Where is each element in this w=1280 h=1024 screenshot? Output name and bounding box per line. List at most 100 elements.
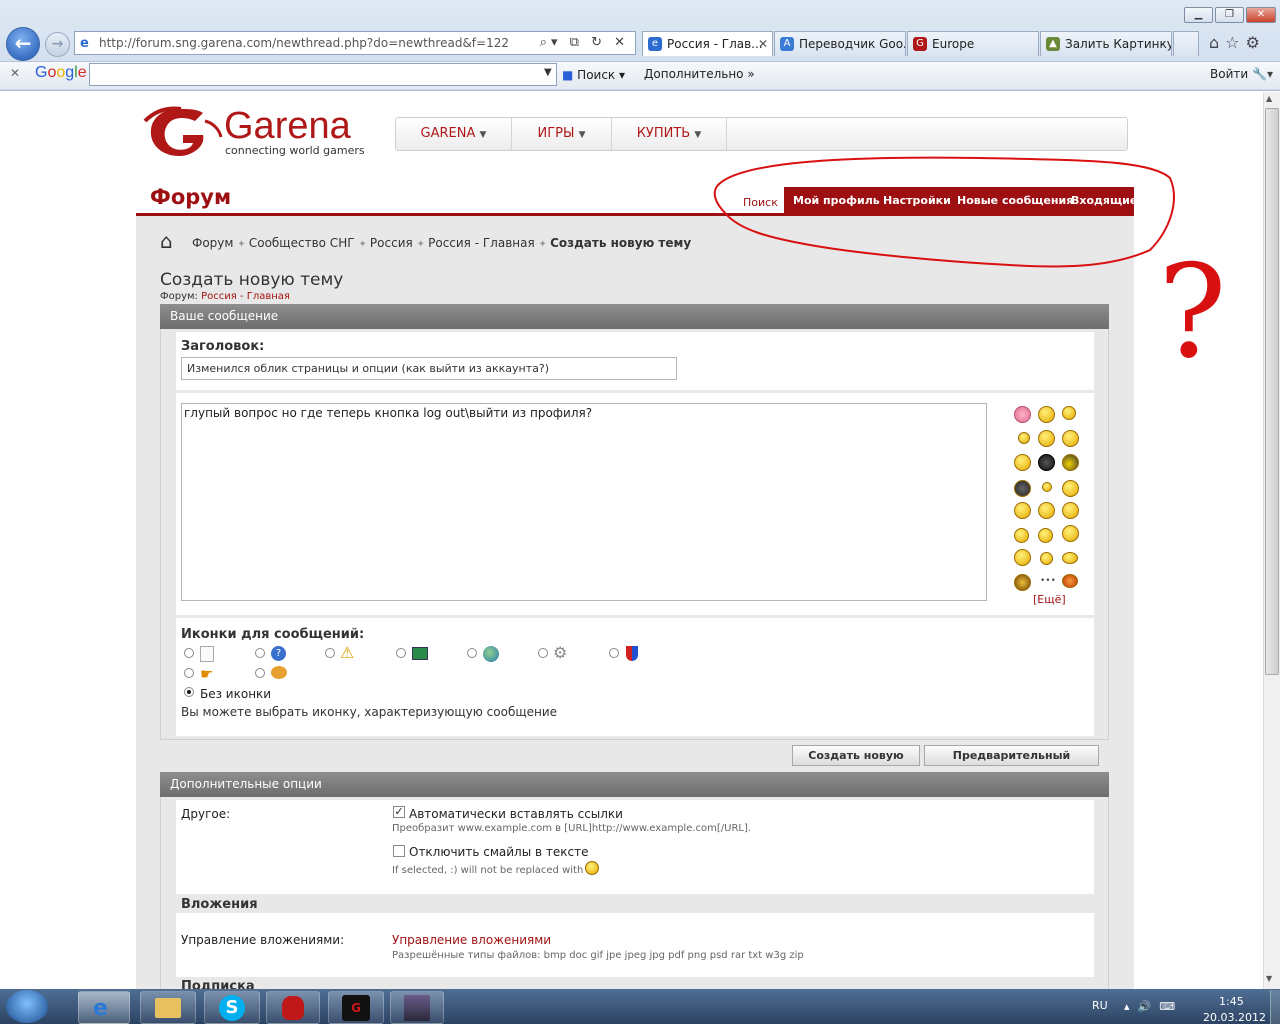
smiley-icon[interactable]	[1014, 574, 1031, 591]
vertical-scrollbar[interactable]: ▲ ▼	[1263, 92, 1280, 989]
tab-translator[interactable]: A Переводчик Goo...	[774, 31, 906, 56]
smiley-icon[interactable]	[1042, 482, 1052, 492]
back-button[interactable]: ←	[6, 27, 40, 61]
smiley-icon[interactable]	[1038, 454, 1055, 471]
smiley-icon[interactable]	[1018, 432, 1030, 444]
crumb-forum[interactable]: Форум	[192, 236, 233, 250]
manage-attachments-link[interactable]: Управление вложениями	[392, 933, 551, 947]
disable-smilies-checkbox[interactable]	[393, 845, 405, 857]
forum-location: Форум: Россия - Главная	[160, 291, 290, 302]
crumb-community[interactable]: Сообщество СНГ	[249, 236, 355, 250]
google-search-button[interactable]: ■ Поиск ▾	[562, 65, 625, 85]
smiley-icon[interactable]	[1062, 502, 1079, 519]
smiley-icon[interactable]	[1038, 406, 1055, 423]
forum-location-link[interactable]: Россия - Главная	[201, 291, 290, 302]
icon-radio[interactable]	[184, 648, 194, 658]
nav-games[interactable]: ИГРЫ ▼	[512, 118, 612, 150]
nav-buy[interactable]: КУПИТЬ ▼	[612, 118, 727, 150]
taskbar-app-button[interactable]	[266, 991, 320, 1024]
image-tab-icon: ▲	[1046, 37, 1060, 51]
chevron-down-icon[interactable]: ▼	[544, 67, 552, 78]
tray-icons[interactable]: ▴🔊⌨	[1124, 1000, 1183, 1013]
home-favorites-tools-icon[interactable]: ⌂☆⚙	[1209, 33, 1266, 52]
smiley-icon[interactable]	[1014, 549, 1031, 566]
address-bar[interactable]: e http://forum.sng.garena.com/newthread.…	[74, 31, 636, 55]
more-smilies-link[interactable]: [Ещё]	[1033, 593, 1066, 606]
smiley-icon[interactable]	[1014, 454, 1031, 471]
smiley-icon[interactable]	[1062, 574, 1078, 588]
tab-label: Россия - Глав...	[667, 37, 763, 51]
smiley-icon[interactable]	[1014, 528, 1029, 543]
tab-russia[interactable]: e Россия - Глав... ✕	[642, 31, 773, 56]
no-icon-radio[interactable]	[184, 687, 194, 697]
taskbar-skype-button[interactable]: S	[204, 991, 260, 1024]
icon-radio[interactable]	[396, 648, 406, 658]
smiley-icon[interactable]	[1040, 552, 1053, 565]
signin-button[interactable]: Войти 🔧▾	[1210, 67, 1273, 81]
submit-new-thread-button[interactable]: Создать новую тему	[792, 745, 920, 781]
preview-button[interactable]: Предварительный просмотр	[924, 745, 1099, 781]
icon-radio[interactable]	[184, 668, 194, 678]
new-tab-button[interactable]	[1173, 31, 1199, 56]
taskbar-game-button[interactable]	[390, 991, 444, 1024]
skype-icon: S	[219, 995, 245, 1021]
icon-radio[interactable]	[255, 668, 265, 678]
auto-links-checkbox[interactable]: ✓	[393, 806, 405, 818]
forward-button[interactable]: →	[45, 32, 70, 57]
more-button[interactable]: Дополнительно »	[644, 67, 755, 81]
warning-icon: ⚠	[340, 643, 355, 662]
post-icons-hint: Вы можете выбрать иконку, характеризующу…	[181, 705, 558, 719]
smiley-icon[interactable]	[1038, 528, 1053, 543]
separator-icon: ✦	[358, 239, 370, 250]
subject-input[interactable]	[181, 357, 677, 380]
smiley-icon[interactable]	[1062, 454, 1079, 471]
start-button[interactable]	[6, 990, 48, 1023]
translate-icon: A	[780, 37, 794, 51]
show-desktop-button[interactable]	[1270, 990, 1280, 1024]
home-icon[interactable]: ⌂	[160, 230, 173, 252]
scroll-up-icon[interactable]: ▲	[1266, 94, 1272, 103]
smiley-icon[interactable]	[1038, 430, 1055, 447]
close-tab-icon[interactable]: ✕	[758, 32, 768, 56]
smiley-icon	[585, 861, 599, 875]
address-tools-icon[interactable]: ⌕▾ ⧉ ↻ ✕	[540, 32, 629, 54]
auto-links-hint: Преобразит www.example.com в [URL]http:/…	[392, 823, 752, 834]
language-indicator[interactable]: RU	[1092, 999, 1108, 1012]
auto-links-label: Автоматически вставлять ссылки	[409, 807, 623, 821]
smiley-icon[interactable]	[1062, 430, 1079, 447]
crumb-russia-main[interactable]: Россия - Главная	[428, 236, 535, 250]
tab-europe[interactable]: G Europe	[907, 31, 1039, 56]
smiley-icon[interactable]	[1014, 406, 1031, 423]
red-annotation-circle	[713, 156, 1175, 268]
message-body-textarea[interactable]: глупый вопрос но где теперь кнопка log o…	[181, 403, 987, 601]
tab-upload[interactable]: ▲ Залить Картинку...	[1040, 31, 1172, 56]
scroll-thumb[interactable]	[1265, 108, 1279, 675]
smiley-icon[interactable]	[1062, 480, 1079, 497]
icon-radio[interactable]	[255, 648, 265, 658]
close-window-button[interactable]: ✕	[1246, 7, 1276, 23]
smiley-icon[interactable]	[1062, 525, 1079, 542]
taskbar-ie-button[interactable]: e	[78, 991, 130, 1024]
nav-garena[interactable]: GARENA ▼	[396, 118, 512, 150]
icon-radio[interactable]	[538, 648, 548, 658]
page-icon	[200, 646, 214, 662]
smiley-icon[interactable]	[1014, 480, 1031, 497]
crumb-russia[interactable]: Россия	[370, 236, 413, 250]
smiley-icon[interactable]	[1014, 502, 1031, 519]
smiley-icon[interactable]	[1038, 502, 1055, 519]
minimize-button[interactable]: ▁	[1184, 7, 1213, 23]
main-nav: GARENA ▼ ИГРЫ ▼ КУПИТЬ ▼	[395, 117, 1128, 151]
smiley-icon[interactable]	[1062, 406, 1076, 420]
close-toolbar-icon[interactable]: ✕	[10, 66, 20, 80]
scroll-down-icon[interactable]: ▼	[1266, 974, 1272, 983]
google-search-input[interactable]	[89, 63, 557, 86]
restore-button[interactable]: ❐	[1215, 7, 1244, 23]
icon-radio[interactable]	[467, 648, 477, 658]
taskbar-garena-button[interactable]: G	[328, 991, 384, 1024]
taskbar-explorer-button[interactable]	[140, 991, 196, 1024]
icon-radio[interactable]	[609, 648, 619, 658]
smiley-icon[interactable]: •••	[1040, 576, 1056, 586]
icon-radio[interactable]	[325, 648, 335, 658]
smiley-icon[interactable]	[1062, 552, 1078, 564]
post-icons-label: Иконки для сообщений:	[181, 627, 365, 642]
